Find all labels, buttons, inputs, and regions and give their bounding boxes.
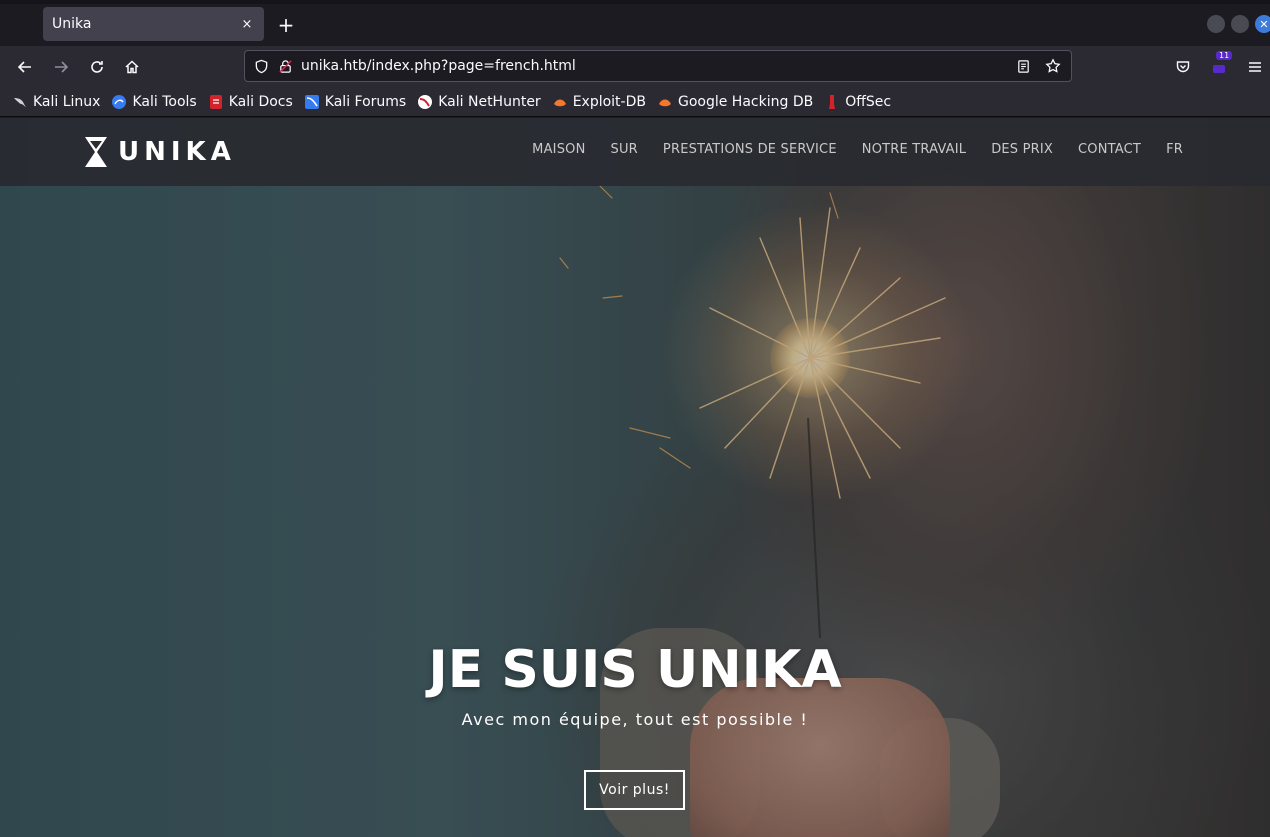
bookmark-kali-nethunter[interactable]: Kali NetHunter xyxy=(417,94,541,110)
bookmark-label: Kali Tools xyxy=(132,94,197,110)
navigation-toolbar: unika.htb/index.php?page=french.html 11 xyxy=(0,46,1270,88)
bookmark-label: Kali NetHunter xyxy=(438,94,541,110)
home-button[interactable] xyxy=(118,53,146,81)
extension-icon xyxy=(1213,65,1225,73)
reader-view-icon[interactable] xyxy=(1011,54,1035,78)
tab-bar: Unika × + ✕ xyxy=(0,0,1270,46)
tab-close-icon[interactable]: × xyxy=(234,11,260,37)
menu-item-contact[interactable]: CONTACT xyxy=(1078,142,1141,157)
insecure-lock-icon[interactable] xyxy=(273,54,297,78)
hero-overlay xyxy=(0,118,1270,837)
kali-forums-icon xyxy=(304,94,320,110)
extension-badge: 11 xyxy=(1216,51,1233,60)
tab-title: Unika xyxy=(52,16,92,32)
bookmark-kali-forums[interactable]: Kali Forums xyxy=(304,94,406,110)
kali-dragon-icon xyxy=(12,94,28,110)
forward-arrow-icon xyxy=(55,61,69,73)
bookmarks-toolbar: Kali Linux Kali Tools Kali Docs Kali For… xyxy=(0,88,1270,117)
menu-item-sur[interactable]: SUR xyxy=(611,142,638,157)
pocket-button[interactable] xyxy=(1169,53,1197,81)
window-maximize-button[interactable] xyxy=(1231,15,1249,33)
bookmark-kali-tools[interactable]: Kali Tools xyxy=(111,94,197,110)
back-button[interactable] xyxy=(11,53,39,81)
hero-subtitle: Avec mon équipe, tout est possible ! xyxy=(461,710,809,729)
new-tab-button[interactable]: + xyxy=(272,11,300,39)
url-text[interactable]: unika.htb/index.php?page=french.html xyxy=(301,58,1011,74)
menu-item-maison[interactable]: MAISON xyxy=(532,142,585,157)
home-icon xyxy=(125,60,139,74)
menu-button[interactable] xyxy=(1241,53,1269,81)
bookmark-google-hacking-db[interactable]: Google Hacking DB xyxy=(657,94,813,110)
bookmark-kali-docs[interactable]: Kali Docs xyxy=(208,94,293,110)
browser-tab[interactable]: Unika × xyxy=(43,7,264,41)
bookmark-exploit-db[interactable]: Exploit-DB xyxy=(552,94,646,110)
menu-item-prestations[interactable]: PRESTATIONS DE SERVICE xyxy=(663,142,837,157)
logo-text: UNIKA xyxy=(118,137,236,167)
menu-item-des-prix[interactable]: DES PRIX xyxy=(991,142,1053,157)
bookmark-label: Kali Linux xyxy=(33,94,101,110)
bookmark-offsec[interactable]: OffSec xyxy=(824,94,891,110)
kali-docs-icon xyxy=(208,94,224,110)
ghdb-icon xyxy=(657,94,673,110)
top-strip xyxy=(0,0,1270,4)
voir-plus-button[interactable]: Voir plus! xyxy=(584,770,685,810)
bookmark-label: OffSec xyxy=(845,94,892,110)
main-menu: MAISON SUR PRESTATIONS DE SERVICE NOTRE … xyxy=(507,142,1183,157)
bookmark-label: Kali Forums xyxy=(324,94,407,110)
bookmark-label: Exploit-DB xyxy=(572,94,646,110)
hero-title: JE SUIS UNIKA xyxy=(428,640,842,700)
window-minimize-button[interactable] xyxy=(1207,15,1225,33)
back-arrow-icon xyxy=(17,61,31,73)
kali-tools-icon xyxy=(111,94,127,110)
web-page: UNIKA MAISON SUR PRESTATIONS DE SERVICE … xyxy=(0,118,1270,837)
window-close-button[interactable]: ✕ xyxy=(1255,15,1270,33)
hamburger-menu-icon xyxy=(1249,62,1261,72)
hourglass-logo-icon xyxy=(85,137,107,167)
reload-icon xyxy=(91,61,103,73)
forward-button[interactable] xyxy=(47,53,75,81)
menu-item-notre-travail[interactable]: NOTRE TRAVAIL xyxy=(862,142,966,157)
bookmark-label: Google Hacking DB xyxy=(677,94,814,110)
kali-nethunter-icon xyxy=(417,94,433,110)
bookmark-kali-linux[interactable]: Kali Linux xyxy=(12,94,100,110)
bookmark-star-icon[interactable] xyxy=(1041,54,1065,78)
site-header: UNIKA MAISON SUR PRESTATIONS DE SERVICE … xyxy=(0,118,1270,186)
pocket-icon xyxy=(1176,61,1190,73)
offsec-icon xyxy=(824,94,840,110)
bookmark-label: Kali Docs xyxy=(228,94,293,110)
exploit-db-icon xyxy=(552,94,568,110)
shield-icon[interactable] xyxy=(249,54,273,78)
menu-item-language[interactable]: FR xyxy=(1166,142,1183,157)
site-logo[interactable]: UNIKA xyxy=(84,135,236,169)
url-bar[interactable]: unika.htb/index.php?page=french.html xyxy=(244,50,1072,82)
reload-button[interactable] xyxy=(83,53,111,81)
